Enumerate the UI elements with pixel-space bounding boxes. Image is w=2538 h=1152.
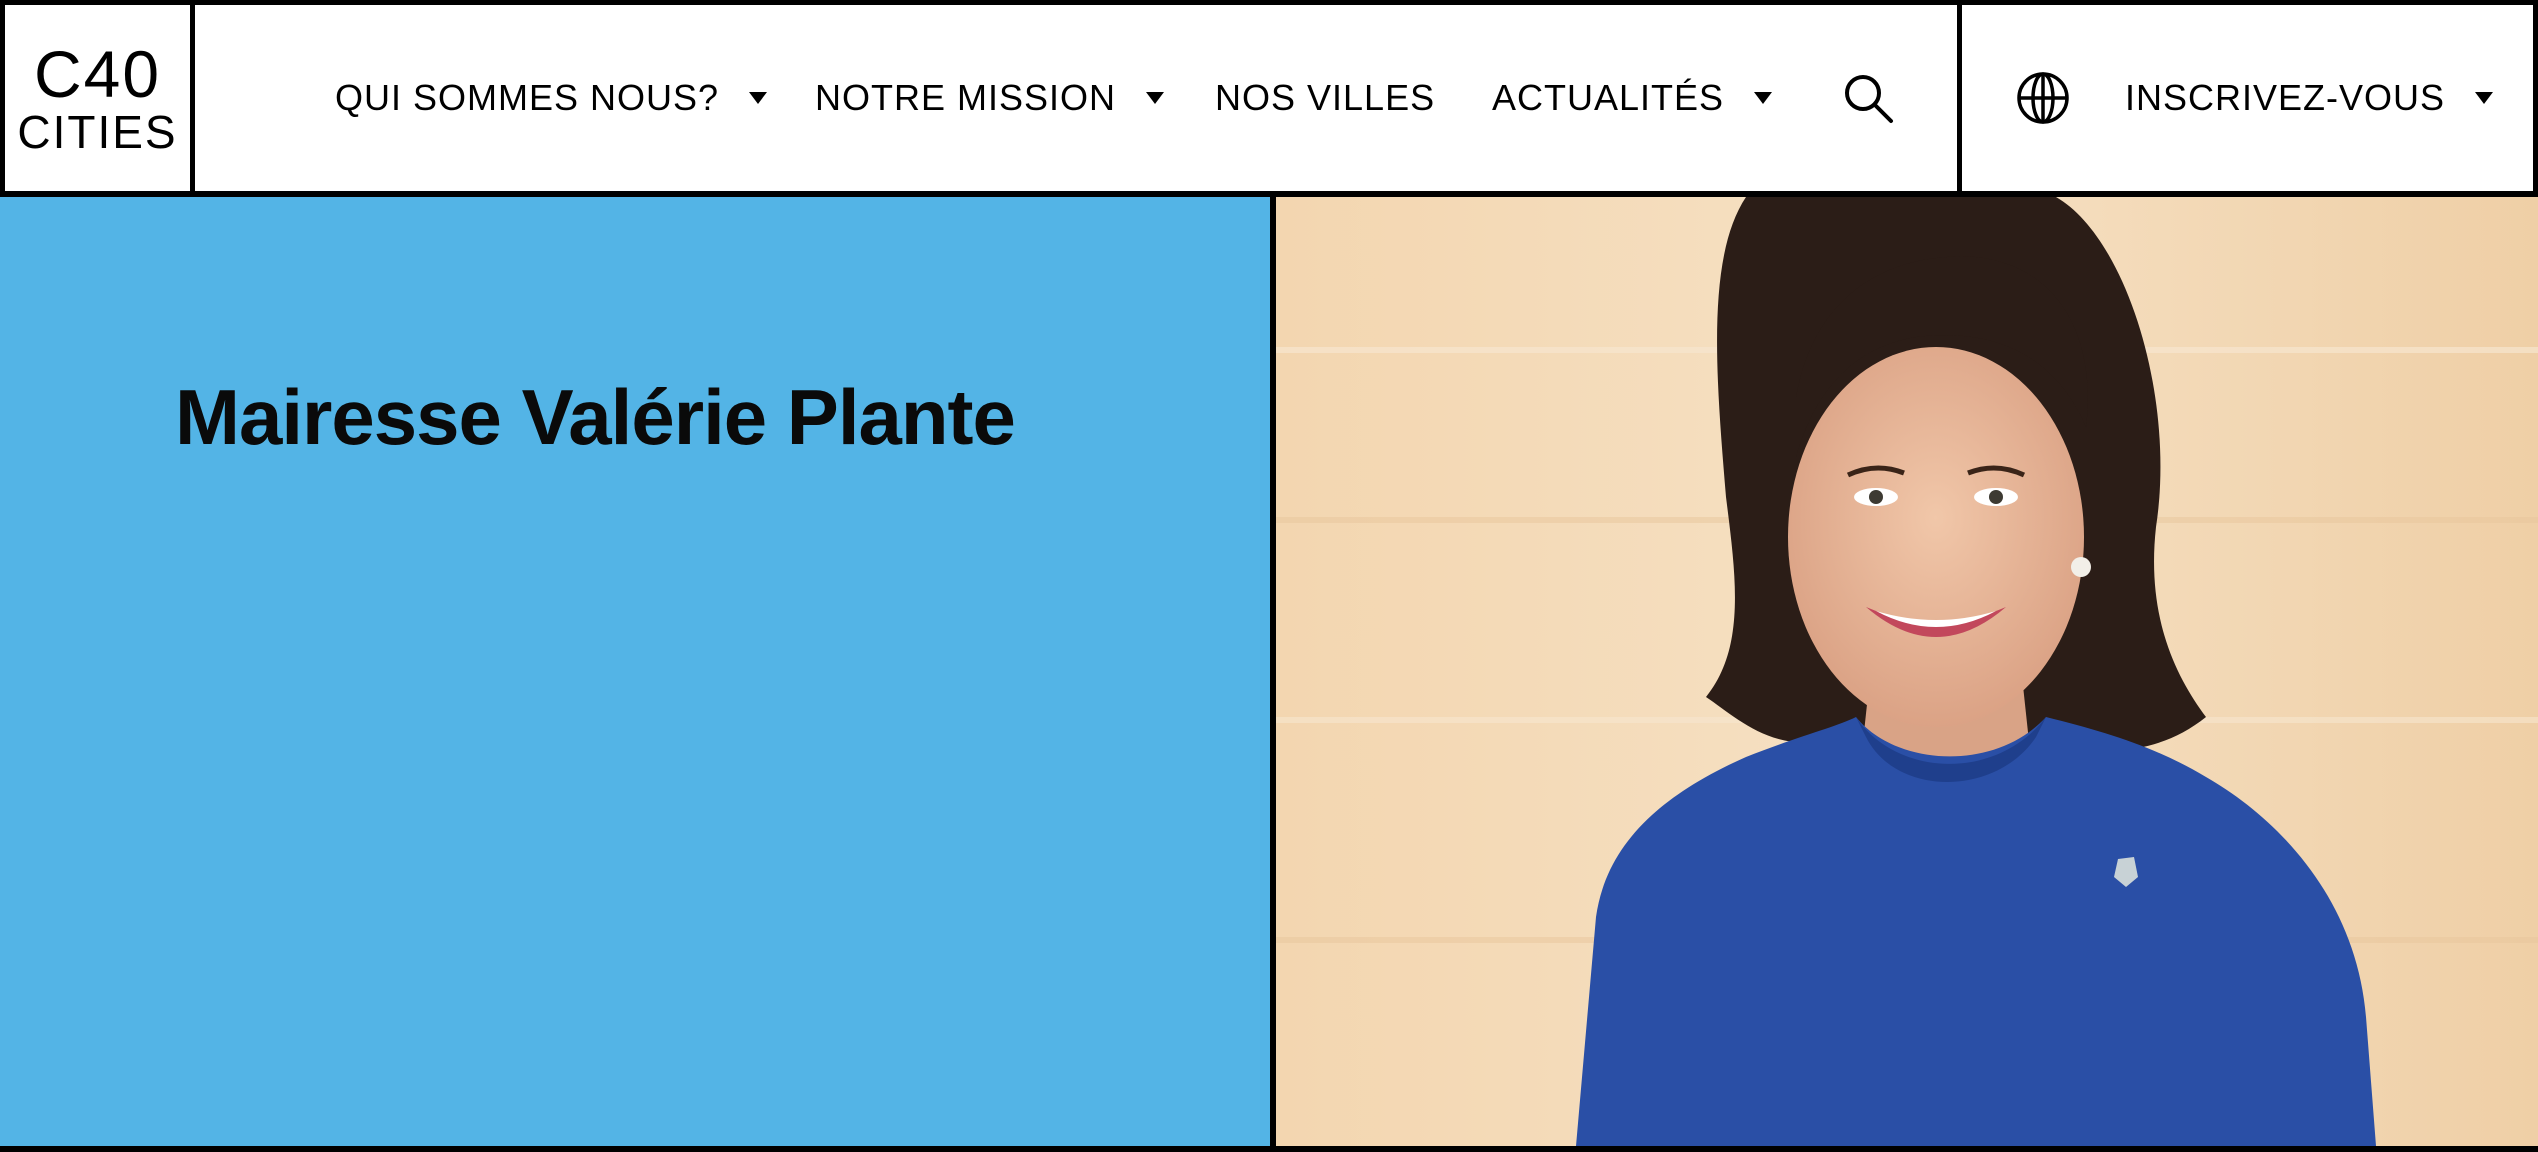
nav-divider <box>1957 5 1962 191</box>
main-nav: QUI SOMMES NOUS? NOTRE MISSION NOS VILLE… <box>195 5 2533 191</box>
caret-down-icon <box>2475 92 2494 104</box>
page-title: Mairesse Valérie Plante <box>175 373 1016 461</box>
nav-item-notre-mission[interactable]: NOTRE MISSION <box>815 77 1165 119</box>
site-header: C40 CITIES QUI SOMMES NOUS? NOTRE MISSIO… <box>0 0 2538 197</box>
nav-item-label: NOS VILLES <box>1215 77 1436 118</box>
globe-icon <box>2017 72 2069 124</box>
language-selector[interactable] <box>2015 70 2071 126</box>
nav-item-nos-villes[interactable]: NOS VILLES <box>1215 77 1435 119</box>
caret-down-icon <box>749 92 768 104</box>
logo-line-2: CITIES <box>17 106 178 158</box>
nav-item-label: NOTRE MISSION <box>815 77 1117 118</box>
signup-label: INSCRIVEZ-VOUS <box>2125 77 2446 118</box>
c40-cities-logo[interactable]: C40 CITIES <box>5 5 195 191</box>
portrait-illustration <box>1276 197 2538 1146</box>
hero-section: Mairesse Valérie Plante <box>0 197 2538 1146</box>
search-button[interactable] <box>1840 70 1896 126</box>
mayor-portrait-photo <box>1276 197 2538 1146</box>
caret-down-icon <box>1146 92 1165 104</box>
signup-button[interactable]: INSCRIVEZ-VOUS <box>2125 77 2494 119</box>
nav-item-label: QUI SOMMES NOUS? <box>335 77 720 118</box>
logo-line-1: C40 <box>33 37 162 111</box>
bottom-rule <box>0 1146 2538 1152</box>
search-icon <box>1845 75 1893 123</box>
nav-item-label: ACTUALITÉS <box>1492 77 1725 118</box>
hero-title-panel: Mairesse Valérie Plante <box>0 197 1270 1146</box>
nav-item-qui-sommes-nous[interactable]: QUI SOMMES NOUS? <box>335 77 768 119</box>
caret-down-icon <box>1754 92 1773 104</box>
nav-item-actualites[interactable]: ACTUALITÉS <box>1492 77 1773 119</box>
